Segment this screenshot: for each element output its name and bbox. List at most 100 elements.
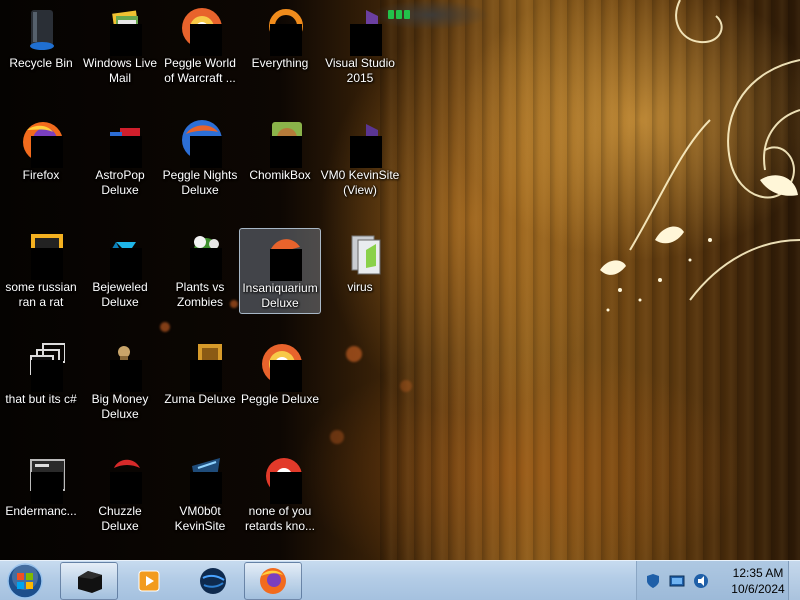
redacted-overlay (110, 360, 142, 392)
firefox-icon (17, 118, 65, 168)
chuzzle-icon (96, 454, 144, 504)
recycle-bin-icon (17, 6, 65, 54)
clock-date: 10/6/2024 (731, 582, 785, 596)
redacted-overlay (350, 136, 382, 168)
redacted-overlay (110, 24, 142, 56)
desktop-icon-label: none of you retards kno... (244, 504, 316, 533)
network-tray-icon[interactable] (669, 573, 685, 589)
desktop-icon-peggle-nights[interactable]: Peggle Nights Deluxe (159, 116, 241, 202)
peggle-nights-icon (176, 118, 224, 168)
desktop-icon-some-russian-ran-a-rat[interactable]: some russian ran a rat (0, 228, 82, 314)
redacted-overlay (110, 472, 142, 504)
shield-tray-icon[interactable] (645, 573, 661, 589)
taskbar-button-media-player[interactable] (120, 562, 178, 600)
desktop-icon-windows-live-mail[interactable]: Windows Live Mail (79, 4, 161, 90)
redacted-overlay (190, 472, 222, 504)
desktop-icon-label: that but its c# (5, 392, 77, 406)
taskbar: 12:35 AM 10/6/2024 (0, 560, 800, 600)
desktop-icon-virus[interactable]: virus (319, 228, 401, 314)
desktop-icon-label: some russian ran a rat (5, 280, 77, 309)
desktop-icon-label: AstroPop Deluxe (95, 168, 145, 197)
volume-tray-icon[interactable] (693, 573, 709, 589)
redacted-overlay (270, 136, 302, 168)
bejeweled-icon (96, 230, 144, 280)
desktop-icon-label: Insaniquarium Deluxe (242, 281, 318, 310)
desktop-icon-label: Plants vs Zombies (175, 280, 225, 309)
desktop-icon-zuma[interactable]: Zuma Deluxe (159, 340, 241, 426)
redacted-overlay (31, 136, 63, 168)
globe-app-icon (200, 568, 226, 594)
desktop-icon-none-of-you[interactable]: none of you retards kno... (239, 452, 321, 538)
redacted-overlay (190, 248, 222, 280)
desktop-icon-label: Peggle Nights Deluxe (162, 168, 238, 197)
desktop-icon-label: VM0 KevinSite (View) (320, 168, 400, 197)
redacted-overlay (190, 24, 222, 56)
desktop-icon-chuzzle[interactable]: Chuzzle Deluxe (79, 452, 161, 538)
bokeh-dot (160, 322, 170, 332)
desktop-icon-label: VM0b0t KevinSite (174, 504, 226, 533)
desktop-icon-peggle-wow[interactable]: Peggle World of Warcraft ... (159, 4, 241, 90)
firefox-icon (260, 568, 286, 594)
desktop-icon-peggle[interactable]: Peggle Deluxe (239, 340, 321, 426)
desktop-icon-everything[interactable]: Everything (239, 4, 321, 90)
desktop-icon-label: Big Money Deluxe (91, 392, 149, 421)
bokeh-dot (400, 380, 412, 392)
redacted-overlay (350, 24, 382, 56)
redacted-overlay (31, 472, 63, 504)
console-app-icon (17, 454, 66, 504)
desktop-icon-visual-studio[interactable]: Visual Studio 2015 (319, 4, 401, 90)
desktop-icon-chomikbox[interactable]: ChomikBox (239, 116, 321, 202)
desktop-icon-firefox[interactable]: Firefox (0, 116, 82, 202)
desktop-icon-label: virus (347, 280, 373, 294)
desktop-icon-label: Everything (251, 56, 309, 70)
shortcut-stack-icon (17, 342, 66, 392)
zuma-icon (176, 342, 224, 392)
desktop-icon-recycle-bin[interactable]: Recycle Bin (0, 4, 82, 90)
desktop-icon-label: Endermanc... (5, 504, 77, 518)
redacted-overlay (110, 248, 142, 280)
clock-time: 12:35 AM (732, 566, 784, 580)
show-desktop-button[interactable] (788, 561, 800, 600)
desktop-icon-insaniquarium[interactable]: Insaniquarium Deluxe (239, 228, 321, 314)
vm0-kevinsite-view-icon (336, 118, 384, 168)
bokeh-dot (346, 346, 362, 362)
taskbar-clock[interactable]: 12:35 AM 10/6/2024 (723, 565, 793, 597)
redacted-overlay (270, 24, 302, 56)
desktop-icon-label: Firefox (22, 168, 60, 182)
desktop-icon-label: Recycle Bin (9, 56, 73, 70)
redacted-overlay (31, 360, 63, 392)
insaniquarium-icon (256, 231, 304, 281)
desktop-icon-vm0b0t-kevinsite[interactable]: VM0b0t KevinSite (159, 452, 241, 538)
desktop-icon-label: Peggle World of Warcraft ... (164, 56, 236, 85)
desktop-icon-astropop[interactable]: AstroPop Deluxe (79, 116, 161, 202)
taskbar-button-globe-app[interactable] (184, 562, 242, 600)
desktop-icon-label: Chuzzle Deluxe (98, 504, 142, 533)
desktop-icon-label: Zuma Deluxe (164, 392, 236, 406)
desktop-icon-vm0-kevinsite-view[interactable]: VM0 KevinSite (View) (319, 116, 401, 202)
taskbar-button-terminal[interactable] (60, 562, 118, 600)
folder-icon (336, 230, 384, 278)
desktop-icon-label: Windows Live Mail (82, 56, 158, 85)
media-player-icon (138, 570, 160, 592)
redacted-overlay (270, 249, 302, 281)
terminal-app-icon (78, 571, 102, 593)
chomikbox-icon (256, 118, 304, 168)
desktop-icon-endermanc[interactable]: Endermanc... (0, 452, 82, 538)
everything-search-icon (256, 6, 304, 56)
redacted-overlay (190, 360, 222, 392)
start-button[interactable] (4, 562, 46, 600)
windows-live-mail-icon (96, 6, 144, 56)
desktop-icon-label: Visual Studio 2015 (325, 56, 395, 85)
bokeh-dot (330, 430, 344, 444)
taskbar-button-firefox[interactable] (244, 562, 302, 600)
desktop-icon-plants-vs-zombies[interactable]: Plants vs Zombies (159, 228, 241, 314)
redacted-overlay (110, 136, 142, 168)
desktop-icon-big-money[interactable]: Big Money Deluxe (79, 340, 161, 426)
desktop-icon-label: Peggle Deluxe (240, 392, 320, 406)
desktop-icon-label: ChomikBox (249, 168, 311, 182)
vm0b0t-icon (176, 454, 224, 504)
system-tray: 12:35 AM 10/6/2024 (636, 561, 800, 600)
plants-vs-zombies-icon (176, 230, 224, 280)
desktop-icon-bejeweled[interactable]: Bejeweled Deluxe (79, 228, 161, 314)
desktop-icon-that-but-its-csharp[interactable]: that but its c# (0, 340, 82, 426)
